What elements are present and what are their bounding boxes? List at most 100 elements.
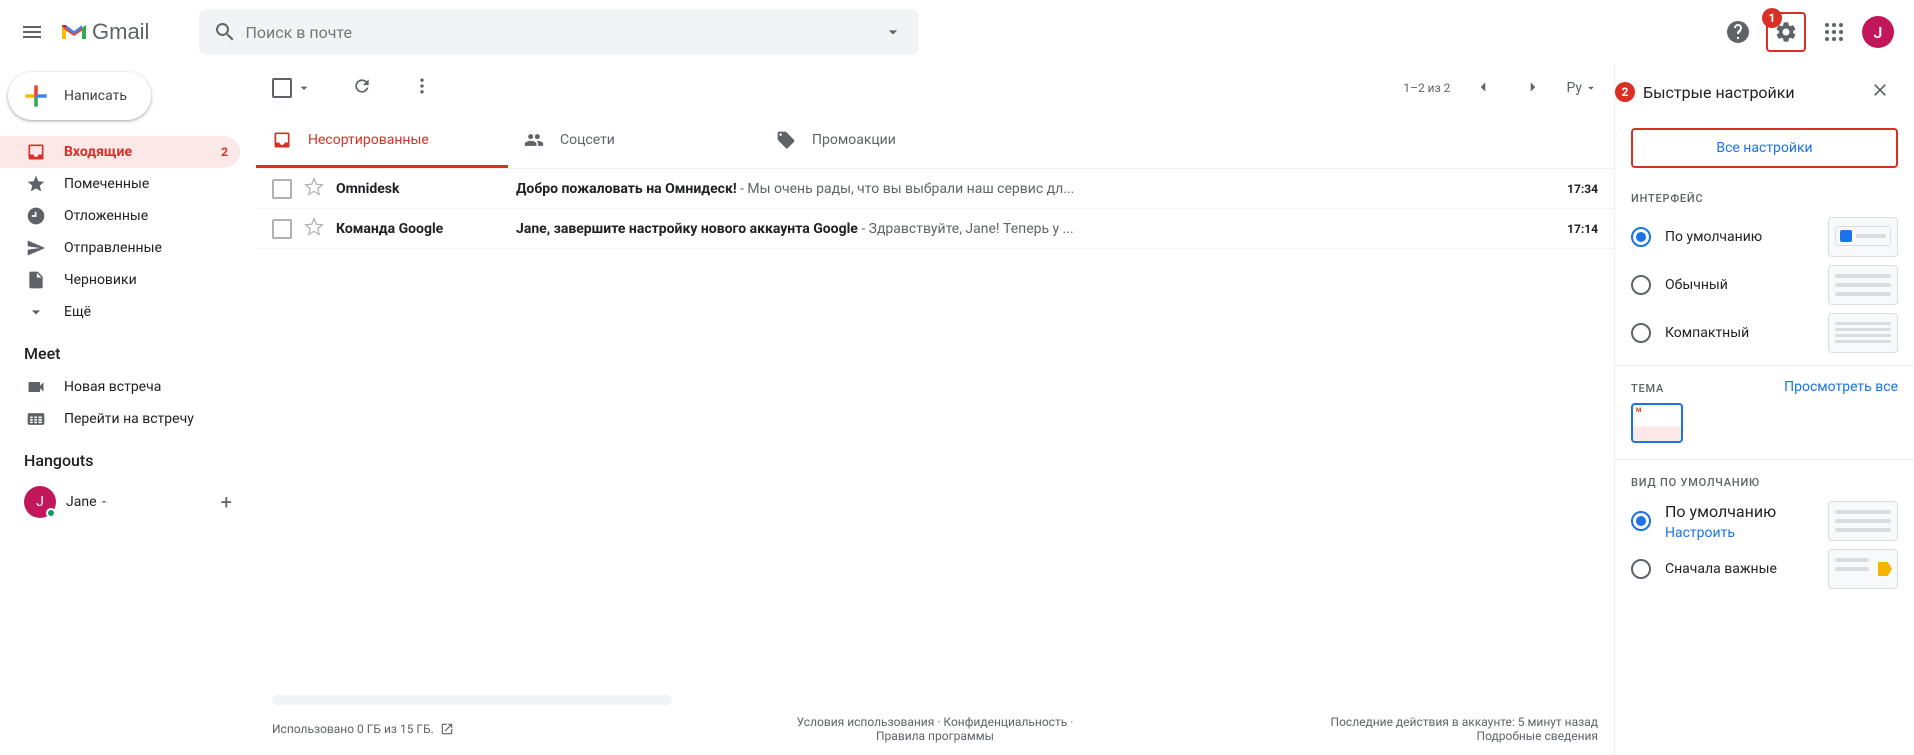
sidebar: Написать Входящие 2 Помеченные Отложенны…: [0, 64, 256, 755]
all-settings-button[interactable]: Все настройки: [1631, 128, 1898, 168]
hangouts-section-title: Hangouts: [0, 435, 256, 478]
compose-label: Написать: [64, 88, 127, 104]
message-snippet: - Мы очень рады, что вы выбрали наш серв…: [737, 181, 1075, 197]
search-button[interactable]: [205, 12, 245, 52]
message-checkbox[interactable]: [272, 219, 292, 239]
hangout-user-row[interactable]: J Jane +: [0, 478, 256, 526]
hangout-add-button[interactable]: +: [221, 490, 232, 514]
help-icon: [1726, 20, 1750, 44]
chevron-right-icon: [1524, 78, 1542, 96]
settings-close-button[interactable]: [1862, 72, 1898, 112]
clock-icon: [26, 206, 46, 226]
hangout-username: Jane: [66, 494, 97, 510]
main-menu-button[interactable]: [8, 8, 56, 56]
nav-label: Отправленные: [64, 240, 228, 256]
message-checkbox[interactable]: [272, 179, 292, 199]
tab-label: Несортированные: [308, 132, 429, 148]
density-preview: [1828, 313, 1898, 353]
star-button[interactable]: [304, 177, 324, 201]
nav-label: Отложенные: [64, 208, 228, 224]
settings-title: Быстрые настройки: [1643, 83, 1862, 102]
select-all-checkbox[interactable]: [272, 78, 292, 98]
gmail-logo[interactable]: Gmail: [60, 19, 149, 45]
nav-starred[interactable]: Помеченные: [0, 168, 240, 200]
hangout-avatar: J: [24, 486, 56, 518]
density-label: Компактный: [1665, 325, 1828, 341]
message-snippet: - Здравствуйте, Jane! Теперь у ...: [858, 221, 1074, 237]
main-content: 1–2 из 2 Ру Несортированные Со: [256, 64, 1614, 755]
meet-new[interactable]: Новая встреча: [0, 371, 240, 403]
density-label: По умолчанию: [1665, 229, 1828, 245]
chevron-down-icon[interactable]: [296, 80, 312, 96]
density-preview: [1828, 217, 1898, 257]
quick-settings-panel: 2 Быстрые настройки Все настройки ИНТЕРФ…: [1614, 64, 1914, 755]
default-view-default-row[interactable]: По умолчанию Настроить: [1615, 497, 1914, 545]
more-button[interactable]: [412, 76, 432, 100]
details-link[interactable]: Подробные сведения: [1477, 729, 1598, 743]
density-radio-compact[interactable]: [1631, 323, 1651, 343]
nav-label: Входящие: [64, 144, 221, 160]
search-options-button[interactable]: [873, 12, 913, 52]
message-time: 17:34: [1567, 182, 1598, 196]
privacy-link[interactable]: Конфиденциальность: [943, 715, 1067, 729]
apps-button[interactable]: [1814, 12, 1854, 52]
storage-text: Использовано 0 ГБ из 15 ГБ.: [272, 722, 434, 736]
star-icon: [26, 174, 46, 194]
program-link[interactable]: Правила программы: [876, 729, 994, 743]
plus-icon: [20, 80, 52, 112]
theme-thumbnail[interactable]: [1631, 403, 1683, 443]
density-radio-default[interactable]: [1631, 227, 1651, 247]
open-external-icon[interactable]: [440, 722, 454, 736]
help-button[interactable]: [1718, 12, 1758, 52]
density-default-row[interactable]: По умолчанию: [1615, 213, 1914, 261]
message-subject: Добро пожаловать на Омнидеск!: [516, 181, 737, 197]
refresh-button[interactable]: [352, 76, 372, 100]
search-input[interactable]: [245, 23, 873, 42]
prev-page-button[interactable]: [1466, 70, 1500, 107]
settings-button[interactable]: 1: [1766, 12, 1806, 52]
terms-link[interactable]: Условия использования: [797, 715, 935, 729]
draft-icon: [26, 270, 46, 290]
search-bar: [199, 9, 919, 55]
default-view-radio-default[interactable]: [1631, 511, 1651, 531]
customize-link[interactable]: Настроить: [1665, 525, 1828, 541]
density-radio-comfortable[interactable]: [1631, 275, 1651, 295]
density-compact-row[interactable]: Компактный: [1615, 309, 1914, 357]
status-indicator: [46, 508, 56, 518]
theme-section-label: ТЕМА: [1631, 366, 1664, 395]
activity-text: Последние действия в аккаунте: 5 минут н…: [1156, 715, 1598, 729]
density-label: Обычный: [1665, 277, 1828, 293]
close-icon: [1870, 80, 1890, 100]
logo-text: Gmail: [92, 19, 149, 45]
input-lang-button[interactable]: Ру: [1566, 80, 1598, 96]
next-page-button[interactable]: [1516, 70, 1550, 107]
nav-more[interactable]: Ещё: [0, 296, 240, 328]
star-button[interactable]: [304, 217, 324, 241]
tab-social[interactable]: Соцсети: [508, 112, 760, 168]
horizontal-scrollbar[interactable]: [272, 695, 672, 705]
theme-view-all-link[interactable]: Просмотреть все: [1784, 379, 1898, 395]
nav-drafts[interactable]: Черновики: [0, 264, 240, 296]
nav-label: Перейти на встречу: [64, 411, 228, 427]
default-view-important-row[interactable]: Сначала важные: [1615, 545, 1914, 593]
nav-sent[interactable]: Отправленные: [0, 232, 240, 264]
density-comfortable-row[interactable]: Обычный: [1615, 261, 1914, 309]
search-icon: [213, 20, 237, 44]
compose-button[interactable]: Написать: [8, 72, 151, 120]
nav-label: Черновики: [64, 272, 228, 288]
refresh-icon: [352, 76, 372, 96]
nav-inbox[interactable]: Входящие 2: [0, 136, 240, 168]
message-row[interactable]: Omnidesk Добро пожаловать на Омнидеск! -…: [256, 169, 1614, 209]
default-view-radio-important[interactable]: [1631, 559, 1651, 579]
meet-join[interactable]: Перейти на встречу: [0, 403, 240, 435]
account-avatar[interactable]: J: [1862, 16, 1894, 48]
message-row[interactable]: Команда Google Jane, завершите настройку…: [256, 209, 1614, 249]
tag-icon: [776, 130, 796, 150]
tab-primary[interactable]: Несортированные: [256, 112, 508, 168]
nav-snoozed[interactable]: Отложенные: [0, 200, 240, 232]
apps-icon: [1822, 20, 1846, 44]
message-time: 17:14: [1567, 222, 1598, 236]
message-subject: Jane, завершите настройку нового аккаунт…: [516, 221, 858, 237]
tab-promotions[interactable]: Промоакции: [760, 112, 1012, 168]
send-icon: [26, 238, 46, 258]
